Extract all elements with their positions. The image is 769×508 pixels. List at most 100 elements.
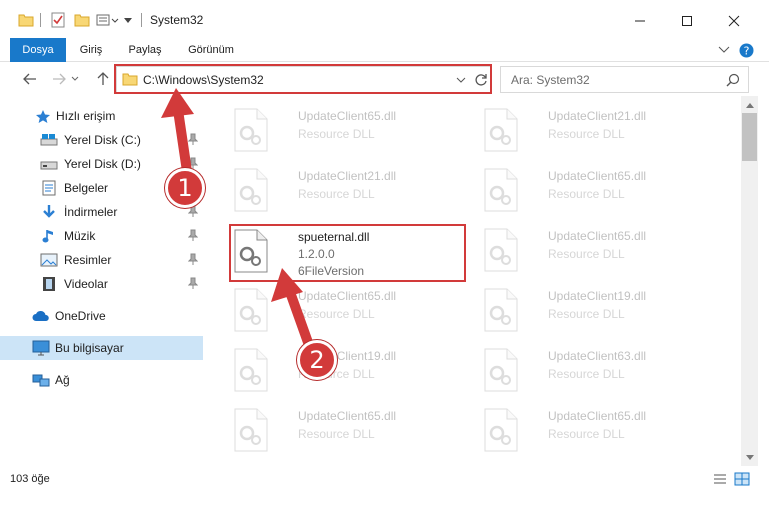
file-name: UpdateClient19.dll xyxy=(548,289,647,303)
file-description: Resource DLL xyxy=(298,307,375,321)
file-description: Resource DLL xyxy=(548,307,625,321)
dll-file-icon xyxy=(482,167,520,213)
download-arrow-icon xyxy=(40,204,58,220)
tab-file[interactable]: Dosya xyxy=(10,38,66,62)
search-icon[interactable] xyxy=(726,73,740,87)
network-icon xyxy=(32,372,50,388)
dll-file-icon xyxy=(482,287,520,333)
tab-view[interactable]: Görünüm xyxy=(180,38,242,62)
nav-label: OneDrive xyxy=(55,309,106,323)
file-item[interactable]: UpdateClient19.dll Resource DLL xyxy=(478,281,718,339)
pin-icon[interactable] xyxy=(187,133,199,145)
nav-label: Müzik xyxy=(64,229,96,243)
new-folder-icon[interactable] xyxy=(74,11,90,29)
file-item[interactable]: UpdateClient21.dll Resource DLL xyxy=(228,161,468,219)
chevron-down-icon[interactable] xyxy=(123,11,133,29)
file-name: UpdateClient63.dll xyxy=(548,349,647,363)
dll-file-icon xyxy=(232,107,270,153)
nav-network[interactable]: Ağ xyxy=(0,368,203,392)
nav-label: Resimler xyxy=(64,253,112,267)
file-item[interactable]: UpdateClient65.dll Resource DLL xyxy=(228,281,468,339)
minimize-button[interactable] xyxy=(617,6,663,36)
up-button[interactable] xyxy=(92,68,114,90)
step-badge-1: 1 xyxy=(165,168,205,208)
dll-file-icon xyxy=(482,107,520,153)
nav-label: Belgeler xyxy=(64,181,109,195)
file-description: Resource DLL xyxy=(548,247,625,261)
address-path[interactable]: C:\Windows\System32 xyxy=(143,73,264,87)
file-item[interactable]: UpdateClient21.dll Resource DLL xyxy=(478,101,718,159)
folder-icon[interactable] xyxy=(18,11,34,29)
dll-file-icon xyxy=(482,407,520,453)
chevron-down-icon[interactable] xyxy=(453,71,469,89)
tab-home[interactable]: Giriş xyxy=(70,38,112,62)
scroll-down-icon[interactable] xyxy=(741,449,758,466)
search-input[interactable]: Ara: System32 xyxy=(500,66,749,93)
dll-file-icon xyxy=(482,227,520,273)
file-item[interactable]: UpdateClient65.dll Resource DLL xyxy=(478,401,718,459)
file-version: 1.2.0.0 xyxy=(298,247,335,261)
pin-icon[interactable] xyxy=(187,277,199,289)
vertical-scrollbar[interactable] xyxy=(741,96,758,466)
file-item[interactable]: UpdateClient63.dll Resource DLL xyxy=(478,341,718,399)
file-name: UpdateClient65.dll xyxy=(548,409,647,423)
nav-onedrive[interactable]: OneDrive xyxy=(0,304,203,328)
nav-quick-access[interactable]: Hızlı erişim xyxy=(0,104,203,128)
file-name: UpdateClient65.dll xyxy=(298,109,397,123)
scroll-thumb[interactable] xyxy=(742,113,757,161)
dll-file-icon xyxy=(232,287,270,333)
ribbon: Dosya Giriş Paylaş Görünüm ? xyxy=(0,38,769,62)
file-name: UpdateClient65.dll xyxy=(298,289,397,303)
dll-file-icon xyxy=(232,228,270,274)
recent-locations-icon[interactable] xyxy=(68,68,82,90)
forward-button[interactable] xyxy=(48,68,70,90)
customize-toolbar-icon[interactable] xyxy=(95,11,123,29)
nav-videos[interactable]: Videolar xyxy=(0,272,203,296)
file-item[interactable]: UpdateClient65.dll Resource DLL xyxy=(228,101,468,159)
file-item[interactable]: UpdateClient65.dll Resource DLL xyxy=(228,401,468,459)
documents-icon xyxy=(40,180,58,196)
search-placeholder: Ara: System32 xyxy=(511,73,590,87)
nav-music[interactable]: Müzik xyxy=(0,224,203,248)
back-button[interactable] xyxy=(19,68,41,90)
close-button[interactable] xyxy=(711,6,757,36)
nav-label: Bu bilgisayar xyxy=(55,341,124,355)
nav-label: İndirmeler xyxy=(64,205,118,219)
music-note-icon xyxy=(40,228,58,244)
status-bar: 103 öğe xyxy=(0,466,769,492)
nav-this-pc[interactable]: Bu bilgisayar xyxy=(0,336,203,360)
drive-icon xyxy=(40,156,58,172)
file-description: Resource DLL xyxy=(548,187,625,201)
large-icons-view-icon[interactable] xyxy=(734,472,750,486)
refresh-icon[interactable] xyxy=(471,69,491,91)
help-icon[interactable]: ? xyxy=(738,42,754,58)
file-item[interactable]: UpdateClient65.dll Resource DLL xyxy=(478,221,718,279)
address-bar[interactable]: C:\Windows\System32 xyxy=(116,66,491,93)
film-icon xyxy=(40,276,58,292)
nav-label: Videolar xyxy=(64,277,108,291)
file-item[interactable]: UpdateClient19.dll Resource DLL xyxy=(228,341,468,399)
file-item-selected[interactable]: spueternal.dll 1.2.0.0 6FileVersion xyxy=(228,222,468,280)
maximize-button[interactable] xyxy=(664,6,710,36)
file-name: UpdateClient65.dll xyxy=(548,169,647,183)
expand-ribbon-icon[interactable] xyxy=(716,42,732,58)
pin-icon[interactable] xyxy=(187,253,199,265)
pin-icon[interactable] xyxy=(187,229,199,241)
details-view-icon[interactable] xyxy=(712,472,728,486)
drive-icon xyxy=(40,132,58,148)
tab-share[interactable]: Paylaş xyxy=(120,38,170,62)
scroll-up-icon[interactable] xyxy=(741,96,758,113)
properties-icon[interactable] xyxy=(50,11,66,29)
file-name: UpdateClient65.dll xyxy=(298,409,397,423)
dll-file-icon xyxy=(482,347,520,393)
dll-file-icon xyxy=(232,167,270,213)
file-list: UpdateClient65.dll Resource DLL UpdateCl… xyxy=(206,96,741,466)
file-item[interactable]: UpdateClient65.dll Resource DLL xyxy=(478,161,718,219)
file-name: UpdateClient21.dll xyxy=(298,169,397,183)
pin-icon[interactable] xyxy=(187,157,199,169)
star-icon xyxy=(34,108,52,124)
nav-pictures[interactable]: Resimler xyxy=(0,248,203,272)
title-bar: System32 xyxy=(0,0,769,38)
nav-local-disk-c[interactable]: Yerel Disk (C:) xyxy=(0,128,203,152)
folder-icon xyxy=(122,72,138,89)
